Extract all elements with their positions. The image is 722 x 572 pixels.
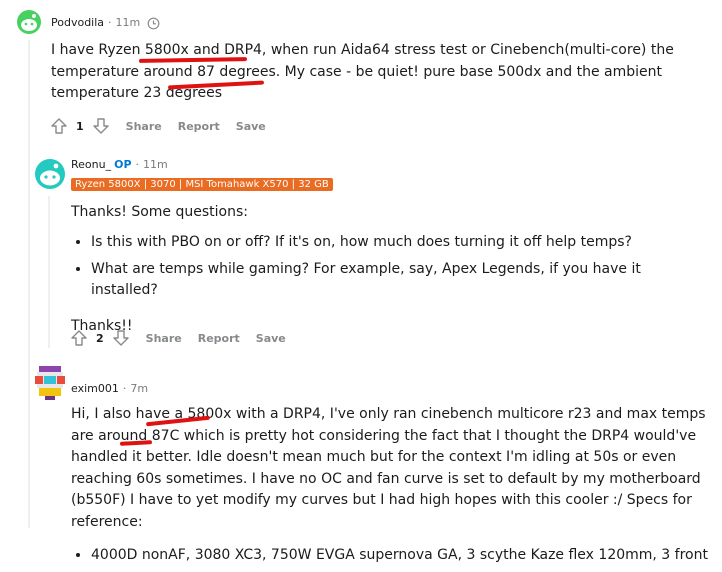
comment-meta: exim001 · 7m — [71, 382, 149, 395]
edited-clock-icon — [147, 17, 160, 29]
comment-actions: 2 Share Report Save — [70, 329, 286, 347]
username[interactable]: Podvodila — [51, 16, 104, 29]
avatar[interactable] — [33, 364, 67, 400]
upvote-button[interactable] — [70, 329, 88, 347]
thread-line[interactable] — [28, 40, 30, 528]
timestamp[interactable]: 11m — [143, 158, 168, 171]
list-item: 4000D nonAF, 3080 XC3, 750W EVGA superno… — [91, 545, 711, 566]
upvote-arrow-icon — [71, 330, 87, 346]
snoo-avatar-icon — [21, 14, 37, 31]
username[interactable]: exim001 — [71, 382, 119, 395]
report-button[interactable]: Report — [178, 120, 220, 133]
timestamp[interactable]: 7m — [130, 382, 148, 395]
comment-body: Thanks! Some questions: Is this with PBO… — [71, 202, 711, 337]
question-list: Is this with PBO on or off? If it's on, … — [71, 232, 711, 301]
save-button[interactable]: Save — [256, 332, 286, 345]
comment-meta: Podvodila · 11m — [51, 16, 160, 30]
share-button[interactable]: Share — [146, 332, 182, 345]
comment-body: I have Ryzen 5800x and DRP4, when run Ai… — [51, 40, 711, 105]
upvote-button[interactable] — [50, 117, 68, 135]
save-button[interactable]: Save — [236, 120, 266, 133]
downvote-button[interactable] — [92, 117, 110, 135]
report-button[interactable]: Report — [198, 332, 240, 345]
comment-intro: Thanks! Some questions: — [71, 204, 248, 220]
downvote-arrow-icon — [112, 330, 129, 346]
timestamp[interactable]: 11m — [116, 16, 141, 29]
downvote-button[interactable] — [112, 329, 130, 347]
thread-line-nested[interactable] — [48, 196, 50, 348]
user-flair: Ryzen 5800X | 3070 | MSI Tomahawk X570 |… — [71, 178, 333, 191]
avatar[interactable] — [35, 159, 65, 189]
upvote-arrow-icon — [51, 118, 67, 134]
comment-text: I have Ryzen 5800x and DRP4, when run Ai… — [51, 42, 674, 101]
avatar[interactable] — [17, 10, 41, 34]
snoo-avatar-icon — [40, 163, 60, 186]
specs-list: 4000D nonAF, 3080 XC3, 750W EVGA superno… — [71, 545, 711, 566]
downvote-arrow-icon — [92, 118, 109, 134]
comment-body: Hi, I also have a 5800x with a DRP4, I'v… — [71, 404, 711, 572]
pixel-avatar-icon — [35, 366, 65, 400]
op-badge: OP — [114, 158, 132, 171]
list-item: What are temps while gaming? For example… — [91, 259, 711, 301]
vote-count: 2 — [96, 331, 104, 345]
vote-count: 1 — [76, 119, 84, 133]
username[interactable]: Reonu_ — [71, 158, 111, 171]
list-item: Is this with PBO on or off? If it's on, … — [91, 232, 711, 253]
share-button[interactable]: Share — [126, 120, 162, 133]
comment-actions: 1 Share Report Save — [50, 117, 266, 135]
comment-meta: Reonu_ OP · 11m — [71, 158, 168, 171]
